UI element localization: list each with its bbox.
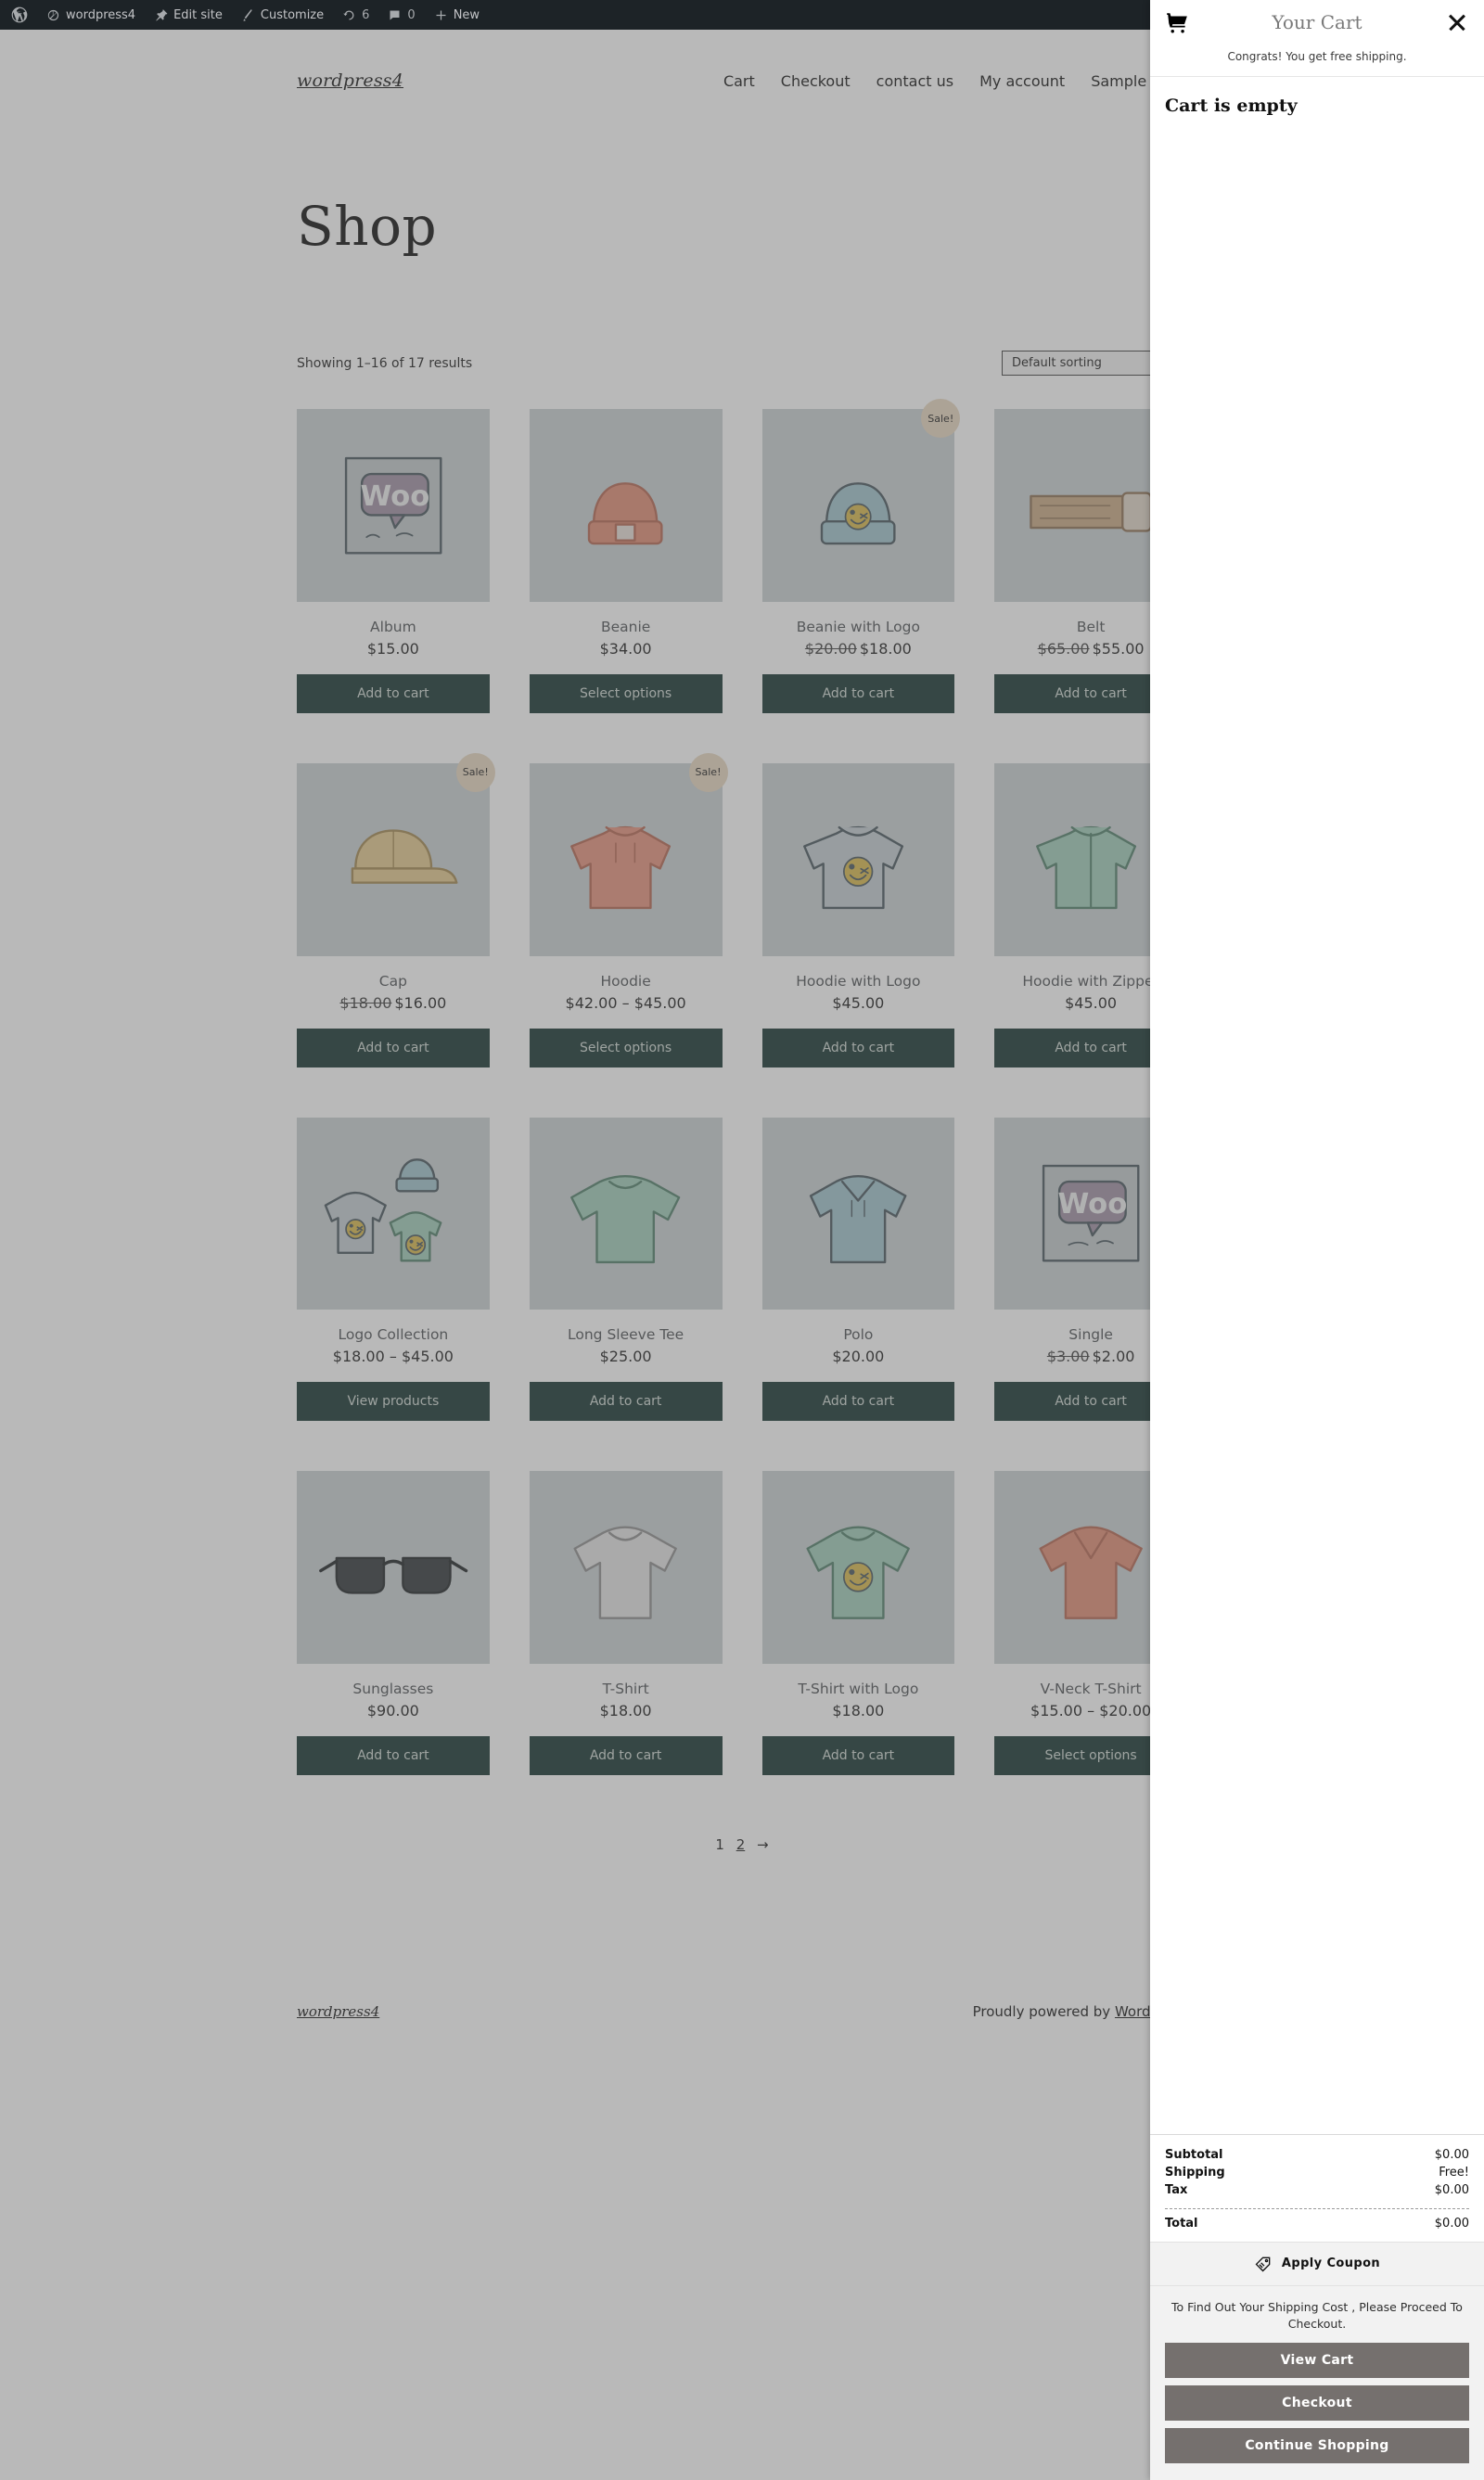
apply-coupon-button[interactable]: Apply Coupon	[1150, 2241, 1484, 2285]
updates-icon	[342, 8, 356, 22]
cart-grand-total-label: Total	[1165, 2216, 1198, 2231]
cart-grand-total-value: $0.00	[1434, 2216, 1469, 2231]
apply-coupon-label: Apply Coupon	[1281, 2256, 1381, 2270]
cart-shipping-label: Shipping	[1165, 2165, 1225, 2180]
admin-bar-new-label: New	[453, 7, 480, 22]
cart-totals: Subtotal $0.00 Shipping Free! Tax $0.00 …	[1150, 2133, 1484, 2242]
shipping-note: To Find Out Your Shipping Cost , Please …	[1171, 2299, 1463, 2332]
cart-tax-value: $0.00	[1434, 2182, 1469, 2197]
cart-subtotal-label: Subtotal	[1165, 2147, 1223, 2162]
cart-drawer-actions: To Find Out Your Shipping Cost , Please …	[1150, 2284, 1484, 2480]
view-cart-button[interactable]: View Cart	[1165, 2343, 1469, 2378]
cart-tax-label: Tax	[1165, 2182, 1188, 2197]
shopping-cart-icon	[1165, 10, 1189, 34]
brush-icon	[241, 8, 255, 22]
admin-bar-edit-site-label: Edit site	[173, 7, 223, 22]
coupon-tag-icon	[1254, 2255, 1273, 2273]
site-icon	[46, 8, 60, 22]
admin-bar-new[interactable]: New	[425, 0, 489, 30]
cart-subtotal-value: $0.00	[1434, 2147, 1469, 2162]
checkout-button[interactable]: Checkout	[1165, 2385, 1469, 2421]
cart-drawer: Your Cart Congrats! You get free shippin…	[1150, 0, 1484, 2480]
admin-bar-customize-label: Customize	[260, 7, 325, 22]
pin-icon	[154, 8, 168, 22]
cart-total-row-tax: Tax $0.00	[1165, 2181, 1469, 2199]
wordpress-logo-icon	[10, 6, 29, 24]
cart-empty-message: Cart is empty	[1165, 96, 1298, 116]
admin-bar-updates-count: 6	[362, 7, 370, 22]
free-shipping-notice: Congrats! You get free shipping.	[1150, 45, 1484, 77]
continue-shopping-button[interactable]: Continue Shopping	[1165, 2428, 1469, 2463]
admin-bar-customize[interactable]: Customize	[232, 0, 333, 30]
cart-drawer-title: Your Cart	[1272, 11, 1362, 33]
comment-icon	[388, 8, 402, 22]
cart-total-row-subtotal: Subtotal $0.00	[1165, 2146, 1469, 2164]
cart-total-row-shipping: Shipping Free!	[1165, 2164, 1469, 2181]
admin-bar-wordpress-logo[interactable]	[0, 0, 37, 30]
cart-drawer-header: Your Cart	[1150, 0, 1484, 45]
admin-bar-updates[interactable]: 6	[333, 0, 378, 30]
admin-bar-edit-site[interactable]: Edit site	[145, 0, 232, 30]
close-icon[interactable]	[1445, 10, 1469, 34]
admin-bar-site-name-label: wordpress4	[66, 7, 136, 22]
admin-bar-comments[interactable]: 0	[378, 0, 424, 30]
cart-shipping-value: Free!	[1439, 2165, 1469, 2180]
admin-bar-comments-count: 0	[407, 7, 416, 22]
cart-totals-divider	[1165, 2207, 1469, 2209]
plus-icon	[434, 8, 448, 22]
cart-total-row-grand: Total $0.00	[1165, 2215, 1469, 2232]
page-root: wordpress4 Edit site Customize 6 0 New w…	[0, 0, 1484, 2480]
cart-drawer-body: Cart is empty	[1150, 77, 1484, 2134]
admin-bar-site-name[interactable]: wordpress4	[37, 0, 145, 30]
